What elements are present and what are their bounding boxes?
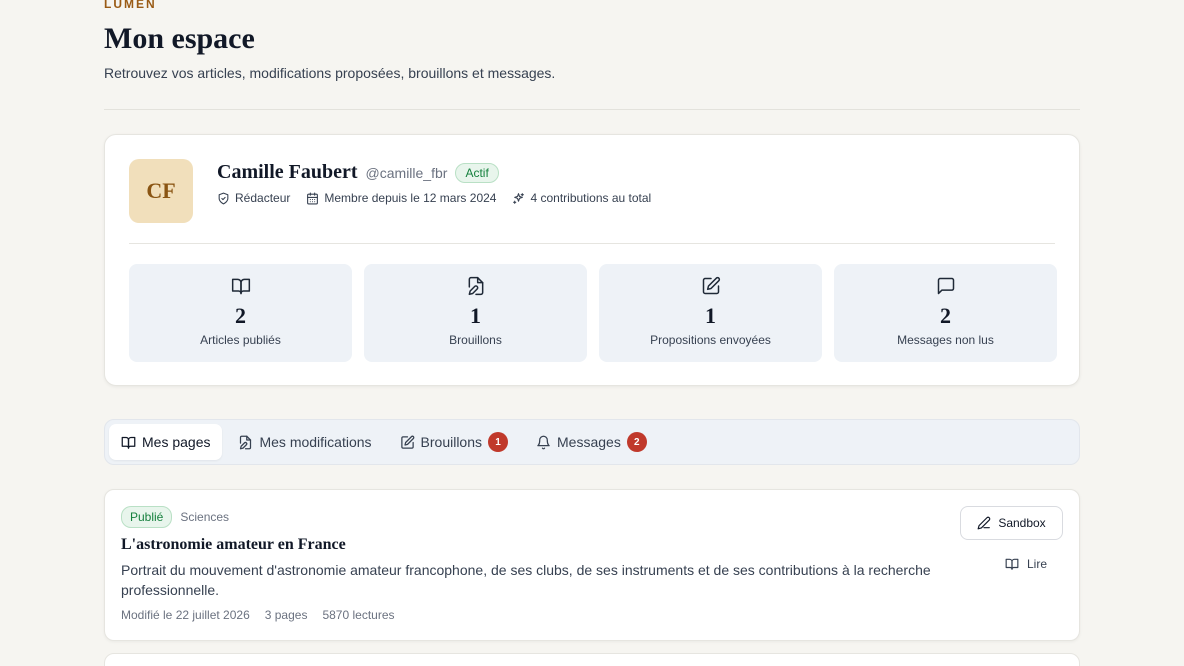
article-read-count: 5870 lectures	[322, 608, 395, 622]
stats-grid: 2 Articles publiés 1 Brouillons 1 Propos…	[129, 264, 1057, 362]
tab-drafts[interactable]: Brouillons 1	[388, 424, 520, 460]
profile-card: CF Camille Faubert @camille_fbr Actif Ré…	[104, 134, 1080, 386]
brand-name: LUMEN	[104, 0, 157, 11]
stat-label: Brouillons	[449, 333, 502, 347]
read-label: Lire	[1027, 557, 1048, 571]
profile-meta: Rédacteur Membre depuis le 12 mars 2024 …	[217, 191, 651, 205]
messages-count-badge: 2	[626, 432, 647, 452]
avatar: CF	[129, 159, 193, 223]
stat-value: 1	[705, 303, 716, 328]
tab-label: Messages	[557, 434, 621, 450]
book-open-icon	[1005, 558, 1019, 570]
profile-name-row: Camille Faubert @camille_fbr Actif	[217, 161, 499, 184]
pencil-square-icon	[702, 276, 720, 295]
tab-label: Mes pages	[142, 434, 211, 450]
tab-label: Brouillons	[420, 434, 483, 450]
tab-messages[interactable]: Messages 2	[524, 424, 659, 460]
tab-my-modifications[interactable]: Mes modifications	[226, 424, 383, 460]
profile-handle: @camille_fbr	[365, 164, 448, 181]
stat-unread-messages: 2 Messages non lus	[834, 264, 1057, 362]
role-label: Rédacteur	[235, 191, 291, 205]
pencil-icon	[977, 516, 991, 530]
calendar-icon	[307, 192, 319, 204]
bell-icon	[537, 435, 550, 449]
shield-check-icon	[218, 192, 229, 204]
article-meta: Modifié le 22 juillet 2026 3 pages 5870 …	[121, 608, 395, 622]
article-page-count: 3 pages	[264, 608, 308, 622]
article-category: Sciences	[180, 510, 230, 524]
contributions-meta: 4 contributions au total	[512, 191, 651, 205]
stat-drafts: 1 Brouillons	[364, 264, 587, 362]
file-edit-icon	[240, 435, 252, 449]
message-square-icon	[937, 277, 954, 295]
header-divider	[104, 109, 1080, 110]
sandbox-button[interactable]: Sandbox	[960, 506, 1063, 540]
published-badge: Publié	[121, 506, 173, 528]
book-open-icon	[121, 436, 136, 449]
tab-my-pages[interactable]: Mes pages	[109, 424, 223, 460]
article-title[interactable]: L'astronomie amateur en France	[121, 536, 346, 554]
file-edit-icon	[468, 276, 483, 296]
stat-label: Messages non lus	[897, 333, 994, 347]
next-article-card	[104, 653, 1080, 666]
member-since-meta: Membre depuis le 12 mars 2024	[306, 191, 496, 205]
page-subtitle: Retrouvez vos articles, modifications pr…	[104, 65, 556, 81]
tab-label: Mes modifications	[259, 434, 372, 450]
profile-name: Camille Faubert	[217, 161, 358, 183]
contributions-label: 4 contributions au total	[530, 191, 652, 205]
stat-value: 1	[470, 303, 481, 328]
article-tags: Publié Sciences	[121, 506, 229, 528]
stat-value: 2	[235, 303, 246, 328]
page-title: Mon espace	[104, 22, 255, 55]
stat-label: Propositions envoyées	[650, 333, 771, 347]
read-button[interactable]: Lire	[995, 550, 1057, 578]
member-since-label: Membre depuis le 12 mars 2024	[324, 191, 497, 205]
book-open-icon	[231, 278, 250, 295]
stat-label: Articles publiés	[200, 333, 281, 347]
profile-divider	[129, 243, 1055, 244]
role-meta: Rédacteur	[217, 191, 290, 205]
stat-published-articles: 2 Articles publiés	[129, 264, 352, 362]
sparkles-icon	[513, 192, 525, 204]
stat-value: 2	[940, 303, 951, 328]
article-description: Portrait du mouvement d'astronomie amate…	[121, 562, 931, 598]
article-modified-date: Modifié le 22 juillet 2026	[121, 608, 250, 622]
tab-bar: Mes pages Mes modifications Brouillons 1…	[104, 419, 1080, 465]
pencil-square-icon	[400, 435, 414, 449]
drafts-count-badge: 1	[488, 432, 509, 452]
article-card: Publié Sciences L'astronomie amateur en …	[104, 489, 1080, 641]
stat-sent-proposals: 1 Propositions envoyées	[599, 264, 822, 362]
status-badge: Actif	[455, 162, 499, 183]
sandbox-label: Sandbox	[998, 516, 1046, 530]
